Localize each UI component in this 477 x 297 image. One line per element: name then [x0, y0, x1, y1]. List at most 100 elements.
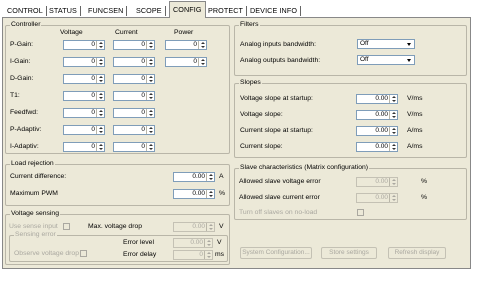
slave-current-error-label: Allowed slave current error: [239, 194, 320, 201]
i-gain-voltage-spin[interactable]: 0: [63, 57, 105, 67]
slave-characteristics-group: Slave characteristics (Matrix configurat…: [234, 164, 467, 220]
slave-voltage-error-spin[interactable]: 0.00: [356, 177, 398, 187]
current-slope-startup-spin[interactable]: 0.00: [356, 126, 398, 136]
refresh-display-button[interactable]: Refresh display: [388, 247, 446, 259]
spin-arrows-icon[interactable]: [389, 111, 397, 119]
tab-scope[interactable]: SCOPE: [133, 4, 166, 18]
config-panel: Controller Voltage Current Power P-Gain:…: [2, 17, 471, 269]
use-sense-input-checkbox[interactable]: [63, 223, 70, 230]
error-level-spin[interactable]: 0.00: [173, 238, 213, 248]
spin-arrows-icon[interactable]: [96, 143, 104, 151]
spin-arrows-icon[interactable]: [389, 127, 397, 135]
voltage-slope-unit: V/ms: [407, 111, 423, 118]
spin-arrows-icon[interactable]: [206, 173, 214, 181]
maximum-pwm-label: Maximum PWM: [10, 190, 58, 197]
maximum-pwm-spin[interactable]: 0.00: [173, 189, 215, 199]
p-gain-voltage-spin[interactable]: 0: [63, 40, 105, 50]
t1-current-spin[interactable]: 0: [113, 91, 155, 101]
spin-arrows-icon[interactable]: [96, 41, 104, 49]
tab-status[interactable]: STATUS: [46, 4, 81, 18]
spin-arrows-icon[interactable]: [146, 92, 154, 100]
tab-protect[interactable]: PROTECT: [205, 4, 248, 18]
d-gain-current-spin[interactable]: 0: [113, 74, 155, 84]
current-difference-label: Current difference:: [10, 173, 67, 180]
i-adaptiv-current-spin[interactable]: 0: [113, 142, 155, 152]
voltage-slope-spin[interactable]: 0.00: [356, 110, 398, 120]
spin-arrows-icon[interactable]: [389, 194, 397, 202]
spin-arrows-icon[interactable]: [96, 75, 104, 83]
use-sense-input-label: Use sense input: [9, 223, 58, 230]
p-gain-current-spin[interactable]: 0: [113, 40, 155, 50]
spin-arrows-icon[interactable]: [146, 41, 154, 49]
spin-arrows-icon[interactable]: [198, 58, 206, 66]
spin-arrows-icon[interactable]: [204, 251, 212, 259]
voltage-sensing-title: Voltage sensing: [10, 210, 60, 218]
feedfwd-voltage-spin[interactable]: 0: [63, 108, 105, 118]
p-adaptiv-current-spin[interactable]: 0: [113, 125, 155, 135]
spin-arrows-icon[interactable]: [96, 109, 104, 117]
current-slope-startup-unit: A/ms: [407, 127, 423, 134]
max-voltage-drop-unit: V: [219, 223, 224, 230]
spin-arrows-icon[interactable]: [389, 143, 397, 151]
p-gain-power-spin[interactable]: 0: [165, 40, 207, 50]
d-gain-label: D-Gain:: [10, 75, 34, 82]
spin-arrows-icon[interactable]: [204, 239, 212, 247]
tab-control[interactable]: CONTROL: [4, 4, 47, 18]
error-level-label: Error level: [123, 239, 154, 246]
error-delay-spin[interactable]: 0: [173, 250, 213, 260]
p-adaptiv-label: P-Adaptiv:: [10, 126, 42, 133]
i-gain-current-spin[interactable]: 0: [113, 57, 155, 67]
t1-voltage-spin[interactable]: 0: [63, 91, 105, 101]
spin-arrows-icon[interactable]: [146, 126, 154, 134]
spin-arrows-icon[interactable]: [96, 126, 104, 134]
turn-off-slaves-label: Turn off slaves on no-load: [239, 209, 318, 216]
sensing-error-title: Sensing error: [14, 231, 57, 239]
system-configuration-button[interactable]: System Configuration...: [240, 247, 312, 259]
voltage-slope-label: Voltage slope:: [240, 111, 283, 118]
error-delay-label: Error delay: [123, 251, 157, 258]
current-slope-startup-label: Current slope at startup:: [240, 127, 313, 134]
spin-arrows-icon[interactable]: [96, 92, 104, 100]
slopes-group: Slopes Voltage slope at startup: 0.00 V/…: [234, 79, 467, 158]
current-difference-unit: A: [219, 173, 224, 180]
col-power-header: Power: [174, 29, 194, 36]
spin-arrows-icon[interactable]: [146, 109, 154, 117]
error-delay-unit: ms: [215, 251, 225, 258]
tab-device-info[interactable]: DEVICE INFO: [247, 4, 302, 18]
spin-arrows-icon[interactable]: [206, 223, 214, 231]
analog-inputs-bandwidth-select[interactable]: Off: [357, 39, 415, 49]
current-slope-spin[interactable]: 0.00: [356, 142, 398, 152]
analog-outputs-bandwidth-select[interactable]: Off: [357, 55, 415, 65]
feedfwd-current-spin[interactable]: 0: [113, 108, 155, 118]
spin-arrows-icon[interactable]: [389, 178, 397, 186]
observe-voltage-drop-checkbox[interactable]: [80, 250, 87, 257]
tab-config[interactable]: CONFIG: [169, 1, 206, 18]
tab-funcsen[interactable]: FUNCSEN: [85, 4, 128, 18]
spin-arrows-icon[interactable]: [389, 95, 397, 103]
spin-arrows-icon[interactable]: [146, 143, 154, 151]
i-adaptiv-voltage-spin[interactable]: 0: [63, 142, 105, 152]
p-adaptiv-voltage-spin[interactable]: 0: [63, 125, 105, 135]
filters-group: Filters Analog inputs bandwidth: Off Ana…: [234, 21, 467, 76]
turn-off-slaves-checkbox[interactable]: [357, 209, 364, 216]
slave-voltage-error-unit: %: [421, 178, 428, 185]
chevron-down-icon[interactable]: [404, 56, 414, 64]
voltage-slope-startup-spin[interactable]: 0.00: [356, 94, 398, 104]
col-voltage-header: Voltage: [60, 29, 83, 36]
slave-characteristics-title: Slave characteristics (Matrix configurat…: [239, 164, 370, 172]
store-settings-button[interactable]: Store settings: [321, 247, 377, 259]
max-voltage-drop-spin[interactable]: 0.00: [173, 222, 215, 232]
spin-arrows-icon[interactable]: [206, 190, 214, 198]
spin-arrows-icon[interactable]: [96, 58, 104, 66]
slave-current-error-spin[interactable]: 0.00: [356, 193, 398, 203]
max-voltage-drop-label: Max. voltage drop: [88, 223, 143, 230]
spin-arrows-icon[interactable]: [198, 41, 206, 49]
spin-arrows-icon[interactable]: [146, 58, 154, 66]
i-gain-power-spin[interactable]: 0: [165, 57, 207, 67]
load-rejection-group: Load rejection Current difference: 0.00 …: [5, 160, 230, 206]
chevron-down-icon[interactable]: [404, 40, 414, 48]
spin-arrows-icon[interactable]: [146, 75, 154, 83]
current-difference-spin[interactable]: 0.00: [173, 172, 215, 182]
current-slope-label: Current slope:: [240, 143, 283, 150]
d-gain-voltage-spin[interactable]: 0: [63, 74, 105, 84]
